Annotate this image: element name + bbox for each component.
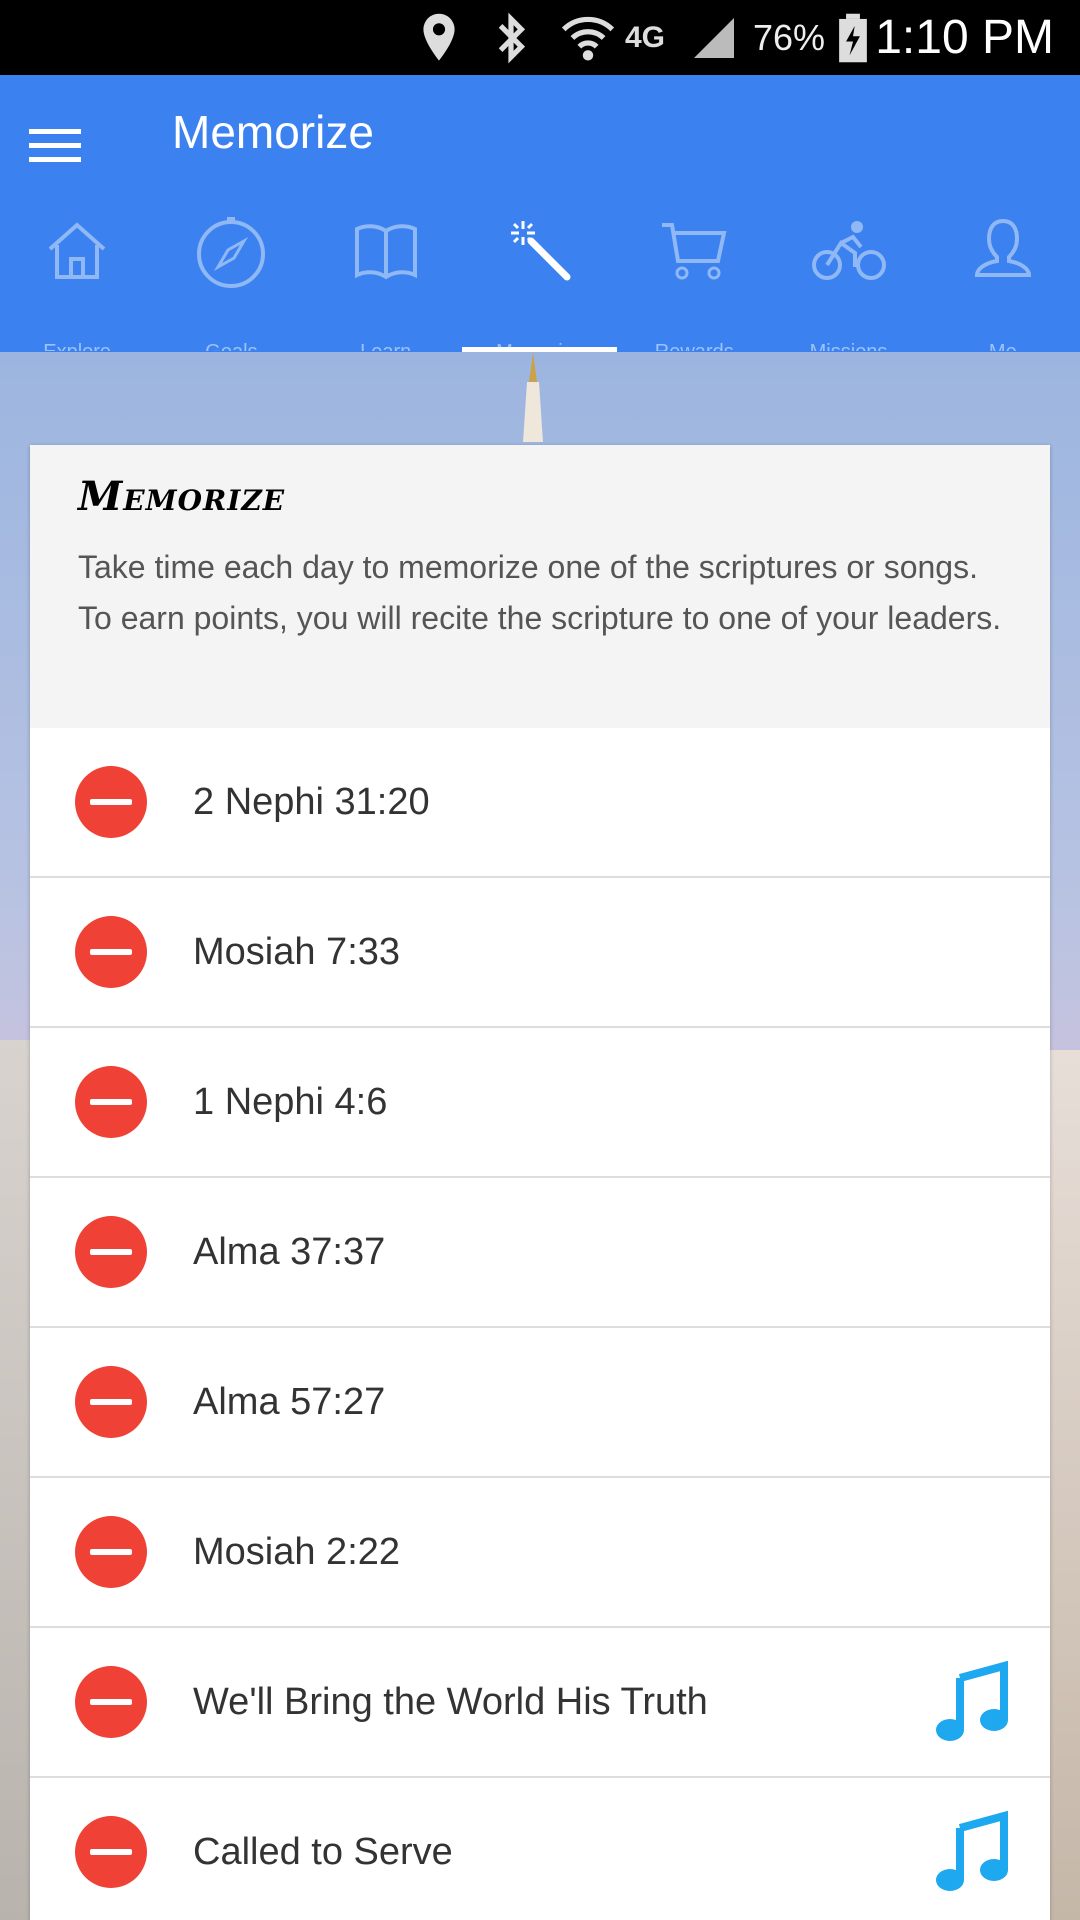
clock: 1:10 PM: [875, 11, 1054, 64]
tab-me[interactable]: Me: [926, 215, 1080, 351]
card-description: Take time each day to memorize one of th…: [78, 549, 1002, 636]
list-item[interactable]: Mosiah 2:22: [30, 1478, 1050, 1628]
minus-icon: [90, 1849, 132, 1855]
tab-label: Goals: [154, 341, 308, 351]
tab-label: Missions: [771, 341, 925, 351]
card-header: Memorize Take time each day to memorize …: [30, 445, 1050, 728]
list-item[interactable]: Alma 57:27: [30, 1328, 1050, 1478]
minus-icon: [90, 1399, 132, 1405]
item-label: Called to Serve: [193, 1830, 453, 1873]
remove-button[interactable]: [75, 1066, 147, 1138]
tab-label: Learn: [309, 341, 463, 351]
minus-icon: [90, 799, 132, 805]
item-label: 2 Nephi 31:20: [193, 780, 430, 823]
location-icon: [418, 0, 460, 75]
tab-learn[interactable]: Learn: [309, 215, 463, 351]
remove-button[interactable]: [75, 1516, 147, 1588]
remove-button[interactable]: [75, 1816, 147, 1888]
tab-label: Rewards: [617, 341, 771, 351]
minus-icon: [90, 949, 132, 955]
page-title: Memorize: [172, 106, 374, 158]
tab-memorize[interactable]: Memorize: [463, 215, 617, 351]
menu-button[interactable]: [22, 115, 90, 175]
cart-icon: [662, 223, 727, 280]
list-item[interactable]: Called to Serve: [30, 1778, 1050, 1920]
remove-button[interactable]: [75, 1216, 147, 1288]
minus-icon: [90, 1099, 132, 1105]
tab-missions[interactable]: Missions: [771, 215, 925, 351]
item-label: Alma 57:27: [193, 1380, 386, 1423]
list-item[interactable]: Alma 37:37: [30, 1178, 1050, 1328]
list-item[interactable]: 1 Nephi 4:6: [30, 1028, 1050, 1178]
tab-explore[interactable]: Explore: [0, 215, 154, 351]
remove-button[interactable]: [75, 1666, 147, 1738]
signal-icon: [690, 0, 738, 75]
minus-icon: [90, 1549, 132, 1555]
wifi-icon: [560, 0, 616, 75]
remove-button[interactable]: [75, 1366, 147, 1438]
tab-goals[interactable]: Goals: [154, 215, 308, 351]
tab-label: Me: [926, 341, 1080, 351]
tab-label: Explore: [0, 341, 154, 351]
hamburger-icon: [29, 129, 81, 162]
minus-icon: [90, 1249, 132, 1255]
app-bar: Memorize Explore Goals Learn: [0, 75, 1080, 352]
tab-bar: Explore Goals Learn Memorize: [0, 215, 1080, 351]
bluetooth-icon: [492, 0, 530, 75]
minus-icon: [90, 1699, 132, 1705]
book-icon: [354, 224, 417, 280]
home-icon: [48, 222, 106, 279]
compass-icon: [197, 217, 266, 288]
list-item[interactable]: We'll Bring the World His Truth: [30, 1628, 1050, 1778]
battery-charging-icon: [836, 0, 870, 75]
temple-spire-image: [523, 352, 543, 442]
item-label: Mosiah 2:22: [193, 1530, 401, 1573]
building-right-image: [1050, 1050, 1080, 1920]
item-label: Alma 37:37: [193, 1230, 386, 1273]
item-label: Mosiah 7:33: [193, 930, 401, 973]
user-icon: [974, 218, 1031, 277]
building-left-image: [0, 1040, 32, 1920]
status-bar: 4G 76% 1:10 PM: [0, 0, 1080, 75]
battery-percent: 76%: [752, 16, 825, 58]
bicycle-icon: [811, 221, 886, 280]
remove-button[interactable]: [75, 766, 147, 838]
list-item[interactable]: Mosiah 7:33: [30, 878, 1050, 1028]
magic-wand-icon: [510, 221, 571, 281]
list-item[interactable]: 2 Nephi 31:20: [30, 728, 1050, 878]
item-label: 1 Nephi 4:6: [193, 1080, 388, 1123]
network-type: 4G: [625, 20, 666, 54]
music-note-icon[interactable]: [930, 1658, 1010, 1748]
tab-rewards[interactable]: Rewards: [617, 215, 771, 351]
memorize-card: Memorize Take time each day to memorize …: [30, 445, 1050, 1920]
item-label: We'll Bring the World His Truth: [193, 1680, 708, 1723]
card-title: Memorize: [78, 473, 286, 520]
music-note-icon[interactable]: [930, 1808, 1010, 1898]
remove-button[interactable]: [75, 916, 147, 988]
